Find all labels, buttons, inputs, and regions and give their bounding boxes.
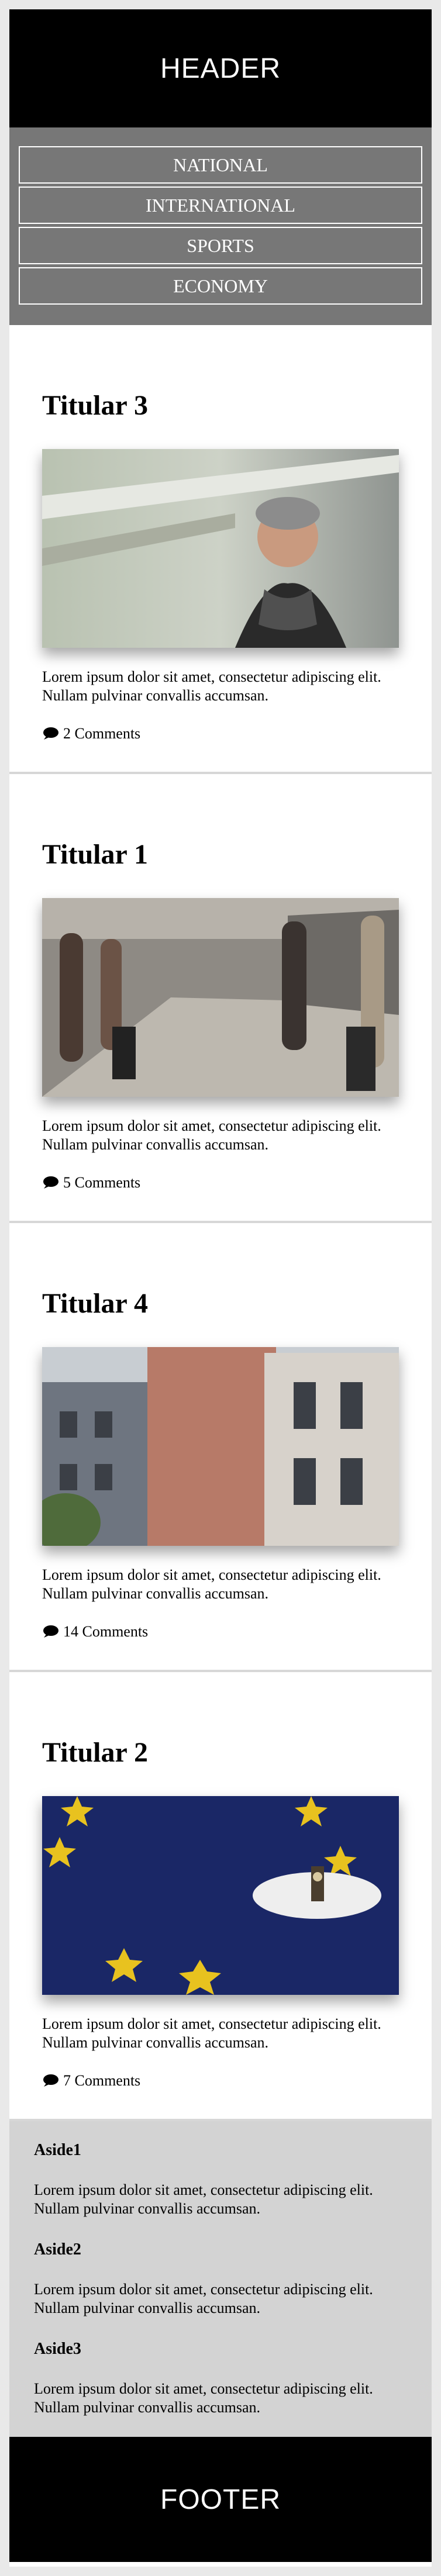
article-excerpt: Lorem ipsum dolor sit amet, consectetur … [42, 668, 381, 704]
aside-title: Aside2 [34, 2240, 81, 2259]
article-title[interactable]: Titular 2 [42, 1736, 148, 1769]
article-excerpt: Lorem ipsum dolor sit amet, consectetur … [42, 1117, 381, 1153]
article: Titular 3 Lorem ipsum dolor sit amet, co… [9, 325, 432, 774]
aside-text: Lorem ipsum dolor sit amet, consectetur … [34, 2181, 373, 2217]
comments-count: 5 Comments [63, 1174, 141, 1191]
aside: Aside1 Lorem ipsum dolor sit amet, conse… [9, 2121, 432, 2437]
article-excerpt: Lorem ipsum dolor sit amet, consectetur … [42, 1566, 381, 1602]
comments-count: 14 Comments [63, 1623, 149, 1640]
nav: NATIONAL INTERNATIONAL SPORTS ECONOMY [9, 127, 432, 325]
article-title[interactable]: Titular 4 [42, 1287, 148, 1320]
photo-image [42, 449, 399, 648]
article-title[interactable]: Titular 3 [42, 389, 148, 422]
comments-link[interactable]: 7 Comments [42, 2072, 140, 2090]
comment-bubble-icon [43, 1625, 58, 1638]
page: HEADER NATIONAL INTERNATIONAL SPORTS ECO… [9, 9, 432, 2567]
comment-bubble-icon [43, 1176, 58, 1189]
article: Titular 4 Lorem ipsum dolor sit amet, co… [9, 1223, 432, 1672]
nav-item-economy[interactable]: ECONOMY [19, 267, 422, 305]
photo-image [42, 1796, 399, 1995]
comment-bubble-icon [43, 2074, 58, 2087]
article-title[interactable]: Titular 1 [42, 838, 148, 871]
aside-title: Aside3 [34, 2340, 81, 2358]
comment-bubble-icon [43, 727, 58, 740]
footer-label: FOOTER [160, 2484, 281, 2515]
article-excerpt: Lorem ipsum dolor sit amet, consectetur … [42, 2015, 381, 2051]
aside-title: Aside1 [34, 2141, 81, 2159]
photo-image [42, 1347, 399, 1546]
eu-flag-big-ben-photo[interactable] [42, 1796, 399, 1995]
comments-link[interactable]: 14 Comments [42, 1623, 148, 1641]
man-with-scarf-photo[interactable] [42, 449, 399, 648]
header-label: HEADER [160, 53, 281, 84]
header: HEADER [9, 9, 432, 127]
comments-count: 2 Comments [63, 725, 141, 742]
aside-text: Lorem ipsum dolor sit amet, consectetur … [34, 2380, 373, 2416]
train-platform-photo[interactable] [42, 898, 399, 1097]
photo-image [42, 898, 399, 1097]
article: Titular 1 Lorem ipsum dolor sit amet, co… [9, 774, 432, 1223]
footer: FOOTER [9, 2437, 432, 2562]
comments-link[interactable]: 2 Comments [42, 725, 140, 743]
article: Titular 2 Lorem ipsum dolor sit amet, co… [9, 1672, 432, 2121]
comments-link[interactable]: 5 Comments [42, 1174, 140, 1192]
aside-text: Lorem ipsum dolor sit amet, consectetur … [34, 2281, 373, 2316]
comments-count: 7 Comments [63, 2072, 141, 2089]
nav-item-sports[interactable]: SPORTS [19, 227, 422, 264]
nav-item-national[interactable]: NATIONAL [19, 146, 422, 184]
city-buildings-photo[interactable] [42, 1347, 399, 1546]
nav-item-international[interactable]: INTERNATIONAL [19, 187, 422, 224]
